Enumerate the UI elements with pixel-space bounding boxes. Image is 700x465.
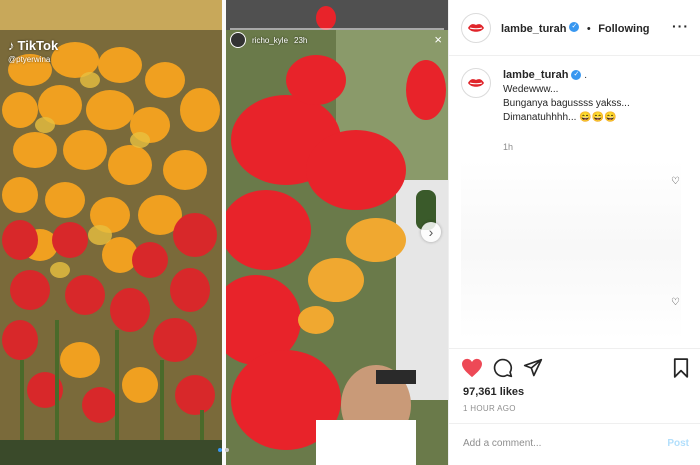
post-button[interactable]: Post — [667, 438, 689, 449]
caption-username[interactable]: lambe_turah — [503, 69, 568, 81]
chevron-right-icon: › — [428, 224, 434, 240]
caption-text: lambe_turah ✓ . Wedewww... Bunganya bagus… — [503, 68, 630, 125]
lips-logo-icon — [465, 72, 487, 94]
flowers-image-left — [0, 0, 222, 465]
action-bar — [449, 348, 700, 388]
story-progress-bar — [230, 28, 444, 30]
comment-like-icon[interactable]: ♡ — [671, 176, 680, 187]
story-avatar — [230, 32, 246, 48]
flowers-image-right — [226, 0, 448, 465]
caption-header: lambe_turah ✓ . — [503, 68, 630, 83]
instagram-post-modal: ♪ TikTok @ptyerwina richo_kyle 23h × › l… — [0, 0, 700, 465]
story-video-frame: richo_kyle 23h × — [226, 0, 448, 465]
likes-count[interactable]: 97,361 likes — [463, 386, 524, 398]
share-icon[interactable] — [523, 358, 543, 378]
post-author: lambe_turah ✓ • Following — [501, 19, 650, 37]
comment-icon[interactable] — [493, 358, 513, 378]
verified-badge-icon: ✓ — [571, 70, 582, 81]
story-time: 23h — [294, 36, 308, 45]
post-timestamp[interactable]: 1 HOUR AGO — [463, 404, 516, 413]
caption-trailing: . — [584, 70, 587, 81]
tiktok-handle: @ptyerwina — [8, 55, 51, 64]
comment-input[interactable] — [463, 438, 653, 449]
comment-like-icon[interactable]: ♡ — [671, 297, 680, 308]
post-header: lambe_turah ✓ • Following ··· — [449, 0, 700, 56]
caption-line: Dimanatuhhhh... 😄😄😄 — [503, 112, 617, 123]
tiktok-label: TikTok — [17, 38, 59, 53]
blurred-comments — [461, 160, 681, 340]
bookmark-icon[interactable] — [673, 358, 689, 378]
verified-badge-icon: ✓ — [569, 22, 580, 33]
separator-dot: • — [586, 22, 591, 35]
caption-line: Wedewww... — [503, 84, 559, 95]
more-options-icon[interactable]: ··· — [672, 18, 689, 34]
story-user-info: richo_kyle 23h — [252, 36, 307, 45]
carousel-dot-active — [218, 448, 222, 452]
tiktok-watermark: ♪ TikTok — [8, 38, 58, 53]
caption-line: Bunganya bagussss yakss... — [503, 98, 630, 109]
tiktok-video-frame: ♪ TikTok @ptyerwina — [0, 0, 222, 465]
post-media[interactable]: ♪ TikTok @ptyerwina richo_kyle 23h × › — [0, 0, 448, 465]
close-icon: × — [434, 32, 442, 47]
caption-time: 1h — [503, 142, 514, 152]
post-sidebar: lambe_turah ✓ • Following ··· lambe_turah… — [448, 0, 700, 465]
comment-bar: Post — [449, 423, 700, 465]
next-media-button[interactable]: › — [421, 222, 441, 242]
tiktok-logo-icon: ♪ — [8, 38, 15, 53]
lips-logo-icon — [465, 16, 487, 39]
caption-avatar[interactable] — [461, 68, 491, 98]
heart-filled-icon[interactable] — [461, 358, 483, 378]
story-username: richo_kyle — [252, 36, 289, 45]
carousel-dot — [225, 448, 229, 452]
username-link[interactable]: lambe_turah — [501, 23, 566, 35]
following-button[interactable]: Following — [598, 23, 649, 35]
avatar[interactable] — [461, 12, 491, 43]
caption: lambe_turah ✓ . Wedewww... Bunganya bagus… — [461, 68, 630, 125]
